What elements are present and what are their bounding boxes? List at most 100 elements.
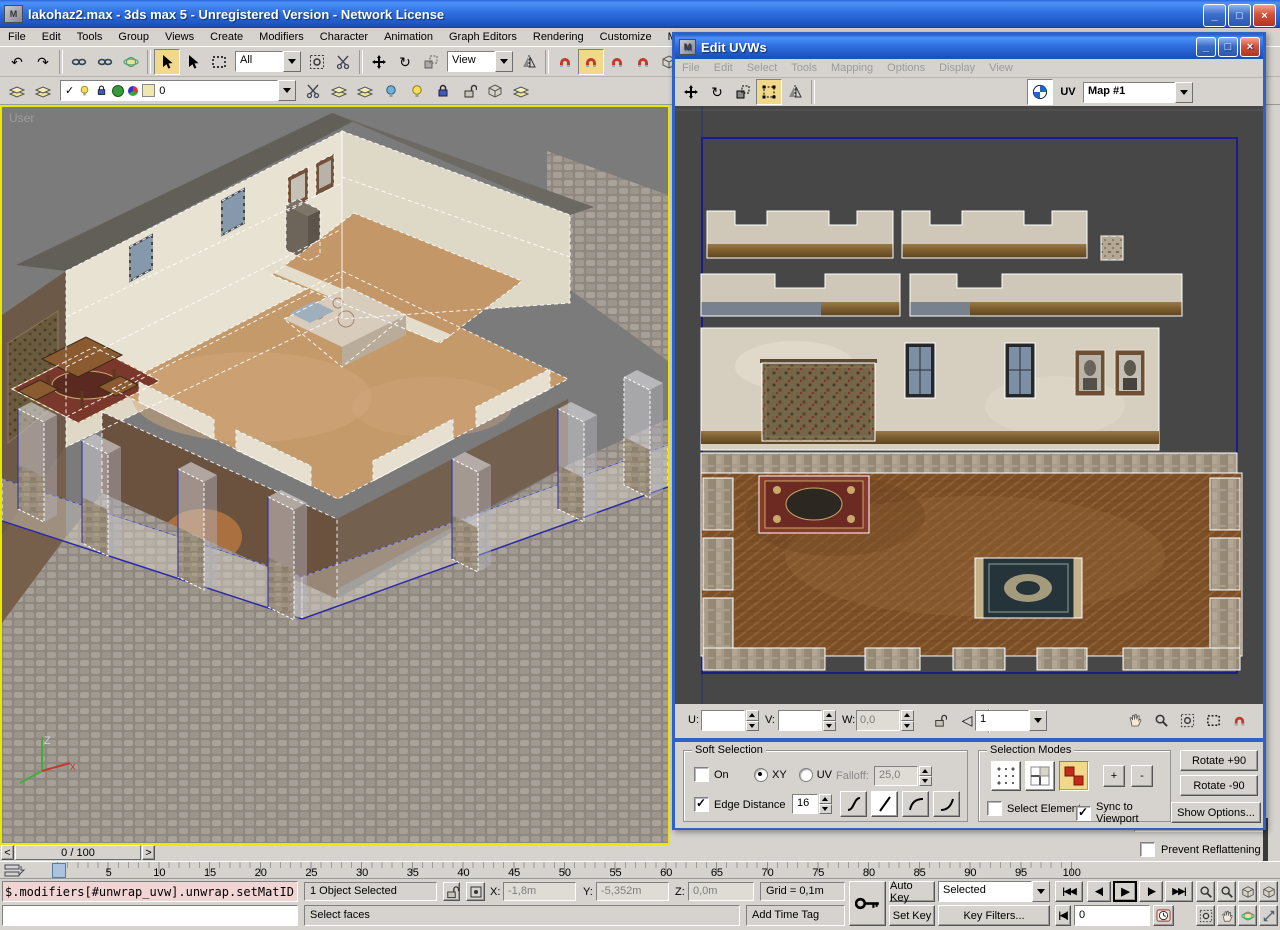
current-frame-field[interactable]: 0 <box>1074 905 1150 926</box>
uv-pan-button[interactable] <box>1123 708 1147 732</box>
dialog-menu-item[interactable]: Options <box>880 61 932 75</box>
sync-to-viewport-checkbox[interactable] <box>1076 806 1091 821</box>
set-keys-button[interactable] <box>849 881 886 926</box>
minimize-button[interactable]: _ <box>1203 4 1226 27</box>
snap-toggle-button[interactable] <box>552 49 578 75</box>
absolute-mode-button[interactable] <box>466 882 485 901</box>
uv-freeform-button[interactable] <box>756 79 782 105</box>
z-field[interactable]: 0,0m <box>688 882 754 901</box>
set-key-button[interactable]: Set Key <box>889 905 935 926</box>
menu-item[interactable]: Character <box>312 29 376 45</box>
min-max-toggle-button[interactable] <box>1259 905 1278 926</box>
rotate-plus-90-button[interactable]: Rotate +90 <box>1180 750 1258 771</box>
maxscript-mini-listener[interactable]: $.modifiers[#unwrap_uvw].unwrap.setMatID… <box>2 881 298 902</box>
move-button[interactable] <box>366 49 392 75</box>
falloff-slow-button[interactable] <box>902 791 929 817</box>
bind-to-spacewarp-button[interactable] <box>118 49 144 75</box>
map-dropdown[interactable]: Map #1 <box>1083 82 1193 103</box>
dialog-minimize-button[interactable]: _ <box>1196 37 1216 57</box>
pan-button[interactable] <box>1217 905 1236 926</box>
menu-item[interactable]: Modifiers <box>251 29 312 45</box>
previous-frame-button[interactable]: ◀| <box>1087 881 1111 902</box>
lock-selected-vertices-button[interactable] <box>927 708 951 732</box>
all-ids-dropdown[interactable]: 1 <box>975 710 1047 731</box>
edge-distance-checkbox[interactable] <box>694 797 709 812</box>
menu-item[interactable]: Group <box>110 29 157 45</box>
dialog-menu-item[interactable]: Display <box>932 61 982 75</box>
time-slider-handle[interactable]: 0 / 100 <box>15 845 141 860</box>
uv-mirror-button[interactable] <box>782 79 808 105</box>
zoom-extents-all-button[interactable] <box>1259 881 1278 902</box>
play-button[interactable]: ▶ <box>1113 881 1137 902</box>
maximize-button[interactable]: □ <box>1228 4 1251 27</box>
xy-radio[interactable] <box>754 768 768 782</box>
region-zoom-button[interactable] <box>1196 905 1215 926</box>
x-field[interactable]: -1,8m <box>503 882 576 901</box>
go-to-start-button[interactable]: |◀◀ <box>1055 881 1083 902</box>
dialog-menu-item[interactable]: Mapping <box>824 61 880 75</box>
uv-move-button[interactable] <box>678 79 704 105</box>
use-center-button[interactable] <box>516 49 542 75</box>
selection-region-button[interactable] <box>206 49 232 75</box>
rotate-button[interactable]: ↻ <box>392 49 418 75</box>
menu-item[interactable]: Edit <box>34 29 69 45</box>
show-options-button[interactable]: Show Options... <box>1171 802 1261 823</box>
dialog-menu-item[interactable]: View <box>982 61 1020 75</box>
properties-button[interactable] <box>482 78 508 104</box>
viewport-scene[interactable] <box>2 107 668 843</box>
falloff-fast-button[interactable] <box>933 791 960 817</box>
uv-radio[interactable] <box>799 768 813 782</box>
percent-snap-button[interactable] <box>604 49 630 75</box>
menu-item[interactable]: Graph Editors <box>441 29 525 45</box>
track-bar[interactable]: 0510152025303540455055606570758085909510… <box>0 861 1280 879</box>
key-filter-dropdown[interactable]: Selected <box>938 881 1050 902</box>
main-titlebar[interactable]: M lakohaz2.max - 3ds max 5 - Unregistere… <box>0 0 1280 28</box>
menu-item[interactable]: Customize <box>592 29 660 45</box>
layer-props-button[interactable] <box>326 78 352 104</box>
edge-distance-spinner[interactable] <box>819 794 832 814</box>
zoom-button[interactable] <box>1196 881 1215 902</box>
uv-zoom-button[interactable] <box>1149 708 1173 732</box>
maxscript-input[interactable] <box>2 905 298 926</box>
uv-zoom-extents-button[interactable] <box>1201 708 1225 732</box>
viewport-label[interactable]: User <box>9 111 34 125</box>
reference-coordinate-dropdown[interactable]: View <box>447 51 513 72</box>
y-field[interactable]: -5,352m <box>596 882 669 901</box>
time-configuration-button[interactable] <box>1153 905 1174 926</box>
menu-item[interactable]: Animation <box>376 29 441 45</box>
spinner-snap-button[interactable] <box>630 49 656 75</box>
dialog-maximize-button[interactable]: □ <box>1218 37 1238 57</box>
viewport-user[interactable]: User Z x <box>0 105 670 845</box>
undo-button[interactable]: ↶ <box>4 49 30 75</box>
soft-selection-on-checkbox[interactable] <box>694 767 709 782</box>
time-slider-next-button[interactable]: > <box>142 845 155 860</box>
layer-list-button[interactable] <box>4 78 30 104</box>
u-spinner[interactable] <box>746 710 759 731</box>
track-bar-ruler[interactable]: 0510152025303540455055606570758085909510… <box>26 862 1076 880</box>
u-field[interactable] <box>701 710 745 731</box>
dialog-menu-item[interactable]: File <box>675 61 707 75</box>
link-button[interactable] <box>66 49 92 75</box>
menu-item[interactable]: File <box>0 29 34 45</box>
auto-key-button[interactable]: Auto Key <box>889 881 935 902</box>
scale-button[interactable] <box>418 49 444 75</box>
uv-canvas[interactable] <box>675 106 1263 704</box>
show-map-button[interactable] <box>1027 79 1053 105</box>
current-frame-marker[interactable] <box>52 863 66 878</box>
add-time-tag[interactable]: Add Time Tag <box>746 905 845 926</box>
v-spinner[interactable] <box>823 710 836 731</box>
split-button[interactable] <box>300 78 326 104</box>
go-to-end-button[interactable]: ▶▶| <box>1165 881 1193 902</box>
redo-button[interactable]: ↷ <box>30 49 56 75</box>
freeze-button[interactable] <box>430 78 456 104</box>
rotate-minus-90-button[interactable]: Rotate -90 <box>1180 775 1258 796</box>
close-button[interactable]: × <box>1253 4 1276 27</box>
named-selection-dropdown[interactable]: ✓ 0 <box>60 80 296 101</box>
select-by-name-button[interactable] <box>180 49 206 75</box>
key-filters-button[interactable]: Key Filters... <box>938 905 1050 926</box>
falloff-field[interactable]: 25,0 <box>874 766 918 786</box>
selection-lock-button[interactable] <box>443 882 460 901</box>
face-mode-button[interactable] <box>1059 761 1089 791</box>
shrink-selection-button[interactable]: - <box>1131 765 1153 787</box>
zoom-extents-button[interactable] <box>1238 881 1257 902</box>
